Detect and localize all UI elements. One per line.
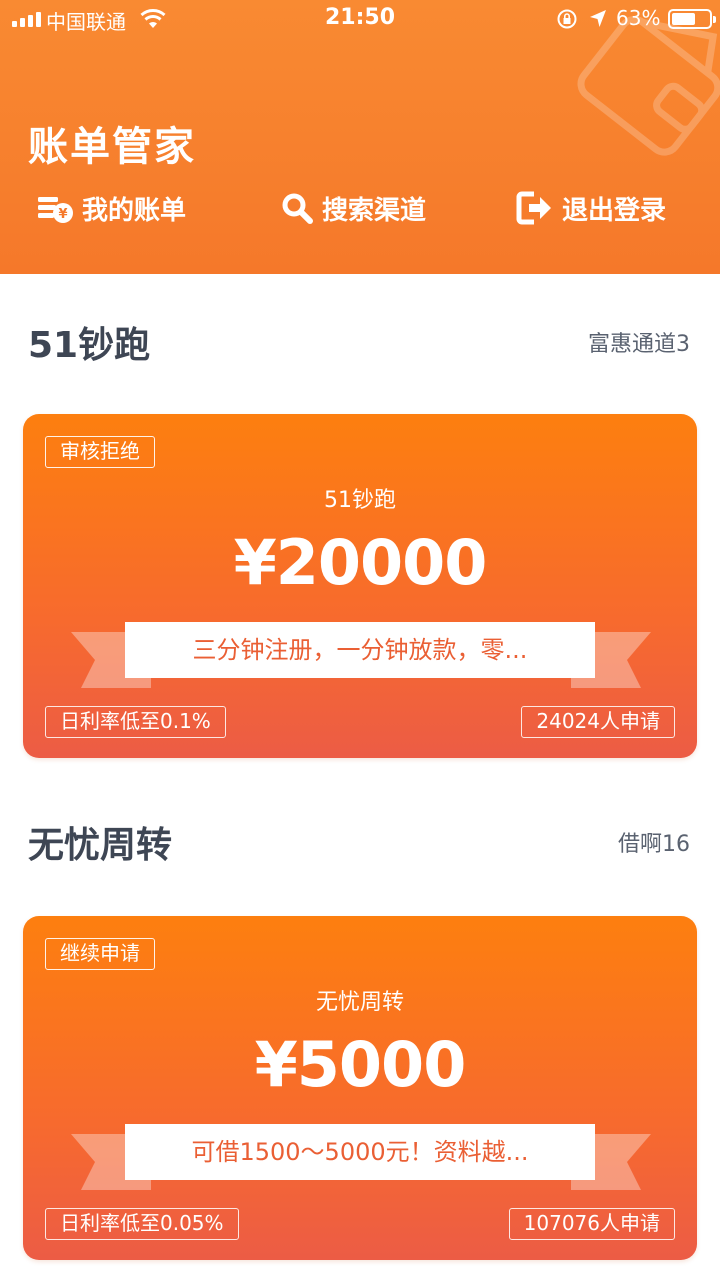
card-slogan: 三分钟注册，一分钟放款，零... — [125, 622, 595, 678]
section-header: 无忧周转 借啊16 — [0, 810, 720, 870]
battery-icon — [668, 9, 716, 29]
section-channel-label: 借啊16 — [618, 832, 690, 857]
rotation-lock-icon — [557, 9, 577, 29]
nav-logout-label: 退出登录 — [562, 195, 667, 226]
section-title: 51钞跑 — [28, 325, 151, 366]
rate-badge: 日利率低至0.05% — [45, 1208, 239, 1240]
section-header: 51钞跑 富惠通道3 — [0, 310, 720, 370]
search-icon — [282, 193, 313, 224]
applicants-badge: 107076人申请 — [508, 1208, 675, 1240]
section-channel-label: 富惠通道3 — [588, 332, 690, 357]
card-amount: ¥5000 — [254, 1028, 467, 1101]
status-badge: 审核拒绝 — [45, 436, 155, 468]
battery-percent: 63% — [616, 6, 661, 30]
section-title: 无忧周转 — [28, 825, 173, 866]
location-icon — [590, 10, 606, 27]
logout-icon — [516, 191, 551, 225]
svg-text:¥: ¥ — [58, 207, 67, 222]
nav-my-bills-label: 我的账单 — [82, 195, 187, 226]
status-badge: 继续申请 — [45, 938, 155, 970]
nav-search-channel-button[interactable]: 搜索渠道 — [280, 188, 426, 228]
app-header: 中国联通 21:50 63% 账单管家 ¥ 我的账单 搜索渠道 退出登录 — [0, 0, 720, 274]
card-amount: ¥20000 — [233, 526, 488, 599]
card-product-name: 无忧周转 — [315, 990, 404, 1015]
status-bar: 中国联通 21:50 63% — [0, 0, 720, 40]
rate-badge: 日利率低至0.1% — [45, 706, 226, 738]
nav-my-bills-button[interactable]: ¥ 我的账单 — [36, 188, 186, 228]
card-product-name: 51钞跑 — [324, 488, 396, 513]
nav-search-channel-label: 搜索渠道 — [322, 195, 427, 226]
loan-card[interactable]: 审核拒绝 51钞跑 ¥20000 三分钟注册，一分钟放款，零... 日利率低至0… — [23, 414, 697, 758]
card-slogan: 可借1500～5000元！资料越... — [125, 1124, 595, 1180]
clock: 21:50 — [324, 5, 396, 30]
nav-logout-button[interactable]: 退出登录 — [516, 188, 666, 228]
loan-card[interactable]: 继续申请 无忧周转 ¥5000 可借1500～5000元！资料越... 日利率低… — [23, 916, 697, 1260]
page-title: 账单管家 — [28, 124, 196, 170]
bills-icon: ¥ — [38, 197, 73, 223]
applicants-badge: 24024人申请 — [521, 706, 675, 738]
